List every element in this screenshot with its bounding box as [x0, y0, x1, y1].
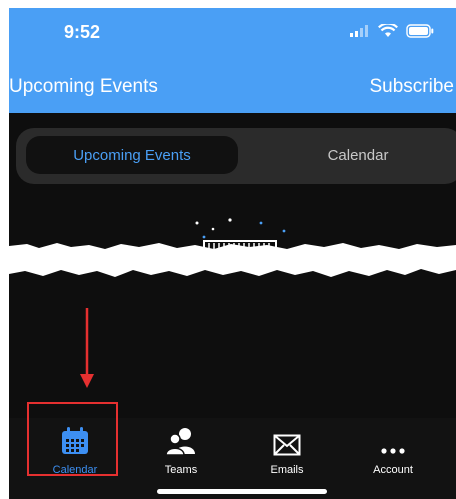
more-icon — [381, 448, 405, 454]
torn-paper-divider — [9, 243, 456, 277]
battery-icon — [406, 24, 434, 38]
app-screen: 9:52 Upcoming Events Subscribe Upcoming … — [9, 8, 456, 499]
tab-account[interactable]: Account — [343, 418, 443, 483]
status-icons — [350, 24, 434, 38]
nav-bar: Upcoming Events Subscribe — [9, 63, 456, 113]
tab-emails[interactable]: Emails — [237, 418, 337, 483]
signal-icon — [350, 25, 368, 37]
segmented-control: Upcoming Events Calendar — [16, 128, 456, 184]
mail-icon — [273, 434, 301, 456]
tab-account-label: Account — [373, 464, 413, 476]
annotation-arrow — [80, 308, 94, 388]
tab-emails-label: Emails — [270, 464, 304, 476]
subscribe-button[interactable]: Subscribe — [370, 76, 455, 98]
status-bar: 9:52 — [9, 8, 456, 63]
home-indicator — [157, 489, 327, 494]
segment-upcoming-events[interactable]: Upcoming Events — [26, 136, 238, 174]
tab-teams-label: Teams — [164, 464, 198, 476]
page-title: Upcoming Events — [9, 76, 158, 97]
segment-calendar[interactable]: Calendar — [268, 136, 448, 174]
annotation-highlight-box — [27, 402, 118, 476]
teams-icon — [165, 428, 195, 456]
tab-teams[interactable]: Teams — [131, 418, 231, 483]
wifi-icon — [378, 24, 398, 37]
status-time: 9:52 — [64, 22, 101, 42]
